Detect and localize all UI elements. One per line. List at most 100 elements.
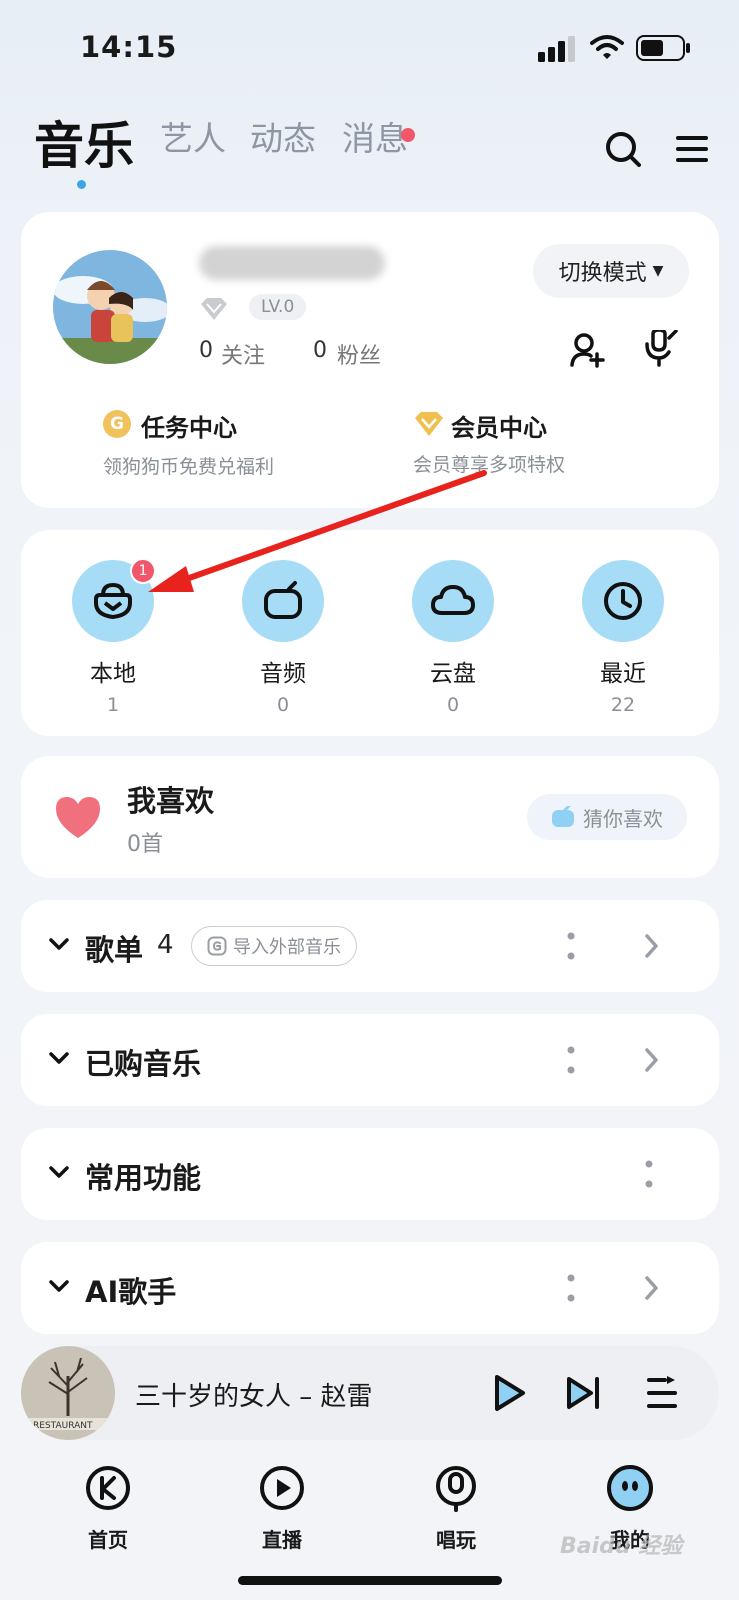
search-icon[interactable]	[604, 130, 642, 168]
quick-label-local: 本地	[90, 661, 136, 687]
home-indicator	[238, 1576, 502, 1585]
add-friend-icon[interactable]	[569, 332, 605, 368]
quick-count-audio: 0	[276, 694, 290, 716]
more-dots-icon[interactable]	[567, 1044, 575, 1076]
tab-messages[interactable]: 消息	[342, 112, 408, 160]
recent-clock-icon	[604, 582, 642, 620]
quick-item-recent[interactable]: 最近 22	[553, 560, 693, 716]
playlist-count: 4	[157, 930, 174, 960]
username-redacted	[199, 246, 385, 280]
guess-icon	[552, 806, 574, 827]
watermark: Baidu 经验	[560, 1534, 683, 1559]
menu-icon[interactable]	[676, 134, 708, 164]
chevron-right-icon[interactable]	[641, 1046, 661, 1074]
tab-music[interactable]: 音乐	[34, 106, 134, 178]
guess-label: 猜你喜欢	[583, 806, 663, 831]
diamond-icon	[201, 298, 227, 320]
followers-label[interactable]: 粉丝	[337, 338, 381, 370]
chevron-down-icon[interactable]	[47, 1162, 71, 1182]
more-dots-icon[interactable]	[645, 1158, 653, 1190]
section-playlists[interactable]: 歌单 4 导入外部音乐	[21, 900, 719, 992]
quick-item-local[interactable]: 本地 1	[43, 560, 183, 716]
followers-count[interactable]: 0	[313, 338, 327, 363]
section-title-playlists: 歌单	[85, 933, 144, 967]
avatar[interactable]	[53, 250, 167, 364]
sing-mic-icon	[436, 1466, 476, 1512]
following-label[interactable]: 关注	[221, 338, 265, 370]
chevron-right-icon[interactable]	[641, 1274, 661, 1302]
vip-center-title[interactable]: 会员中心	[451, 408, 547, 443]
wifi-icon	[590, 35, 624, 59]
chevron-down-icon[interactable]	[47, 1276, 71, 1296]
local-music-icon	[94, 582, 132, 620]
more-dots-icon[interactable]	[567, 930, 575, 962]
quick-label-cloud: 云盘	[430, 661, 476, 687]
album-art[interactable]: RESTAURANT	[21, 1346, 115, 1440]
nav-live[interactable]: 直播	[222, 1464, 342, 1553]
quick-count-cloud: 0	[446, 694, 460, 716]
section-purchased-music[interactable]: 已购音乐	[21, 1014, 719, 1106]
guess-you-like-button[interactable]: 猜你喜欢	[527, 794, 687, 840]
quick-count-local: 1	[106, 694, 120, 716]
favorites-count: 0首	[127, 832, 163, 857]
status-time: 14:15	[80, 30, 178, 64]
favorites-title: 我喜欢	[127, 784, 215, 818]
nav-label-sing: 唱玩	[436, 1528, 476, 1552]
following-count[interactable]: 0	[199, 338, 213, 363]
heart-icon	[56, 797, 100, 838]
nav-label-live: 直播	[262, 1528, 302, 1552]
coin-icon: G	[103, 410, 131, 438]
mini-player[interactable]: RESTAURANT 三十岁的女人 – 赵雷	[21, 1346, 719, 1440]
quick-label-recent: 最近	[600, 661, 646, 687]
nav-label-home: 首页	[88, 1528, 128, 1552]
task-center-subtitle[interactable]: 领狗狗币免费兑福利	[103, 452, 274, 479]
quick-access-card: 本地 1 1 音频 0 云盘 0 最近 22	[21, 530, 719, 736]
quick-item-cloud[interactable]: 云盘 0	[383, 560, 523, 716]
battery-icon	[636, 35, 690, 61]
album-art-text: RESTAURANT	[33, 1421, 93, 1431]
chevron-right-icon[interactable]	[641, 932, 661, 960]
vip-center-subtitle[interactable]: 会员尊享多项特权	[413, 450, 565, 477]
live-icon	[260, 1466, 304, 1510]
switch-mode-label: 切换模式	[558, 261, 647, 286]
section-common-functions[interactable]: 常用功能	[21, 1128, 719, 1220]
nav-sing[interactable]: 唱玩	[396, 1464, 516, 1553]
home-k-icon	[86, 1466, 130, 1510]
switch-mode-button[interactable]: 切换模式 ▼	[533, 244, 689, 298]
tab-feed[interactable]: 动态	[250, 112, 316, 160]
nav-home[interactable]: 首页	[48, 1464, 168, 1553]
local-notification-badge: 1	[130, 558, 156, 584]
caret-down-icon: ▼	[652, 263, 664, 279]
favorites-card[interactable]: 我喜欢 0首 猜你喜欢	[21, 756, 719, 878]
tab-artist[interactable]: 艺人	[160, 112, 226, 160]
more-dots-icon[interactable]	[567, 1272, 575, 1304]
quick-item-audio[interactable]: 音频 0	[213, 560, 353, 716]
recent-icon-circle	[582, 560, 664, 642]
me-avatar-icon	[607, 1465, 653, 1511]
now-playing-title[interactable]: 三十岁的女人 – 赵雷	[135, 1376, 373, 1413]
messages-notification-dot	[401, 128, 415, 142]
signal-icon	[538, 36, 575, 62]
play-icon[interactable]	[489, 1372, 529, 1414]
mic-edit-icon[interactable]	[643, 330, 679, 368]
task-center-title[interactable]: 任务中心	[141, 408, 237, 443]
playlist-icon[interactable]	[645, 1374, 679, 1412]
audio-icon-circle	[242, 560, 324, 642]
chevron-down-icon[interactable]	[47, 1048, 71, 1068]
chevron-down-icon[interactable]	[47, 934, 71, 954]
tab-active-indicator	[77, 180, 86, 189]
quick-label-audio: 音频	[260, 661, 306, 687]
section-title-purchased: 已购音乐	[85, 1047, 202, 1081]
import-label: 导入外部音乐	[233, 937, 341, 958]
section-title-ai-singer: AI歌手	[85, 1275, 177, 1309]
cloud-icon	[431, 585, 475, 615]
import-external-music-button[interactable]: 导入外部音乐	[191, 926, 357, 966]
profile-card: LV.0 0 关注 0 粉丝 切换模式 ▼ G 任务中心 领狗狗币免费兑福利 会…	[21, 212, 719, 508]
level-badge: LV.0	[249, 294, 307, 320]
section-ai-singer[interactable]: AI歌手	[21, 1242, 719, 1334]
quick-count-recent: 22	[610, 694, 636, 716]
audio-icon	[264, 581, 302, 619]
cloud-icon-circle	[412, 560, 494, 642]
next-icon[interactable]	[565, 1374, 603, 1412]
vip-diamond-icon	[415, 412, 443, 436]
